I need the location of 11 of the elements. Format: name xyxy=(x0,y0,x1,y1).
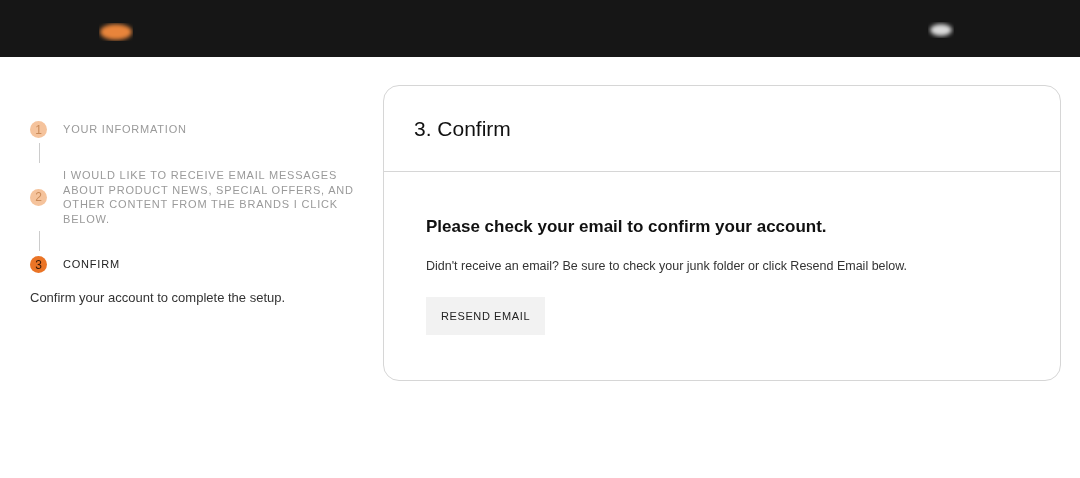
step-label: I WOULD LIKE TO RECEIVE EMAIL MESSAGES ABOUT PRODUCT NEWS, SPECIAL OFFERS, AND OTHER CONTENT FROM THE BRANDS I CLICK BELOW. xyxy=(63,168,355,226)
confirm-message: Didn't receive an email? Be sure to check your junk folder or click Resend Email below. xyxy=(426,259,909,273)
step-number: 2 xyxy=(30,188,47,206)
step-number: 3 xyxy=(30,256,47,273)
resend-email-button[interactable]: RESEND EMAIL xyxy=(426,297,546,335)
step-label: YOUR INFORMATION xyxy=(63,122,187,137)
step-description: Confirm your account to complete the setup. xyxy=(30,290,287,305)
confirm-heading: Please check your email to confirm your account. xyxy=(426,217,828,237)
step-number: 1 xyxy=(30,121,47,138)
card-title: 3. Confirm xyxy=(414,116,511,141)
step-label: CONFIRM xyxy=(63,257,120,272)
